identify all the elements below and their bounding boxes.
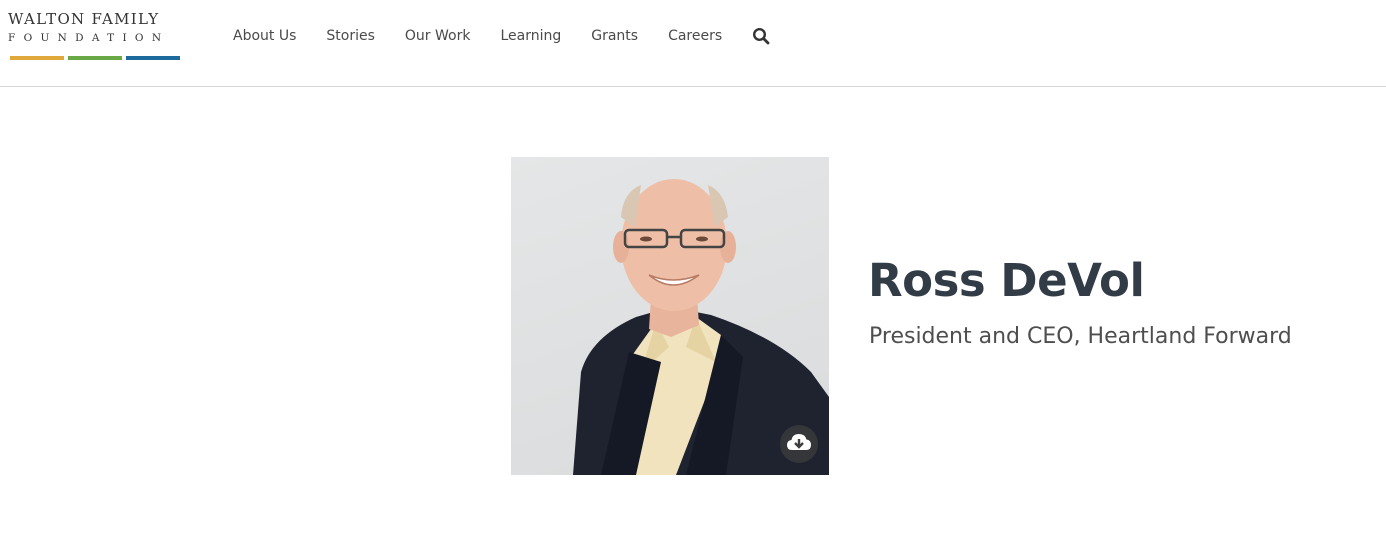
nav-item-grants[interactable]: Grants xyxy=(591,28,638,44)
logo-bar-blue xyxy=(126,56,180,60)
logo-bar-green xyxy=(68,56,122,60)
nav-item-careers[interactable]: Careers xyxy=(668,28,722,44)
nav-item-stories[interactable]: Stories xyxy=(326,28,375,44)
nav-item-learning[interactable]: Learning xyxy=(500,28,561,44)
person-title: President and CEO, Heartland Forward xyxy=(869,324,1292,349)
person-name: Ross DeVol xyxy=(868,254,1145,307)
nav-item-our-work[interactable]: Our Work xyxy=(405,28,471,44)
logo-bar-gold xyxy=(10,56,64,60)
nav-item-about-us[interactable]: About Us xyxy=(233,28,296,44)
portrait-illustration xyxy=(573,179,829,475)
download-photo-button[interactable] xyxy=(780,425,818,463)
main-nav: About Us Stories Our Work Learning Grant… xyxy=(233,25,770,47)
profile-photo xyxy=(511,157,829,475)
logo-color-bars xyxy=(10,56,182,60)
site-header: WALTON FAMILY FOUNDATION About Us Storie… xyxy=(0,0,1386,87)
walton-family-foundation-logo[interactable]: WALTON FAMILY FOUNDATION xyxy=(8,10,184,64)
logo-wordmark-line2: FOUNDATION xyxy=(8,32,170,44)
search-icon[interactable] xyxy=(752,27,770,45)
cloud-download-icon xyxy=(786,432,812,456)
logo-wordmark-line1: WALTON FAMILY xyxy=(8,10,160,28)
